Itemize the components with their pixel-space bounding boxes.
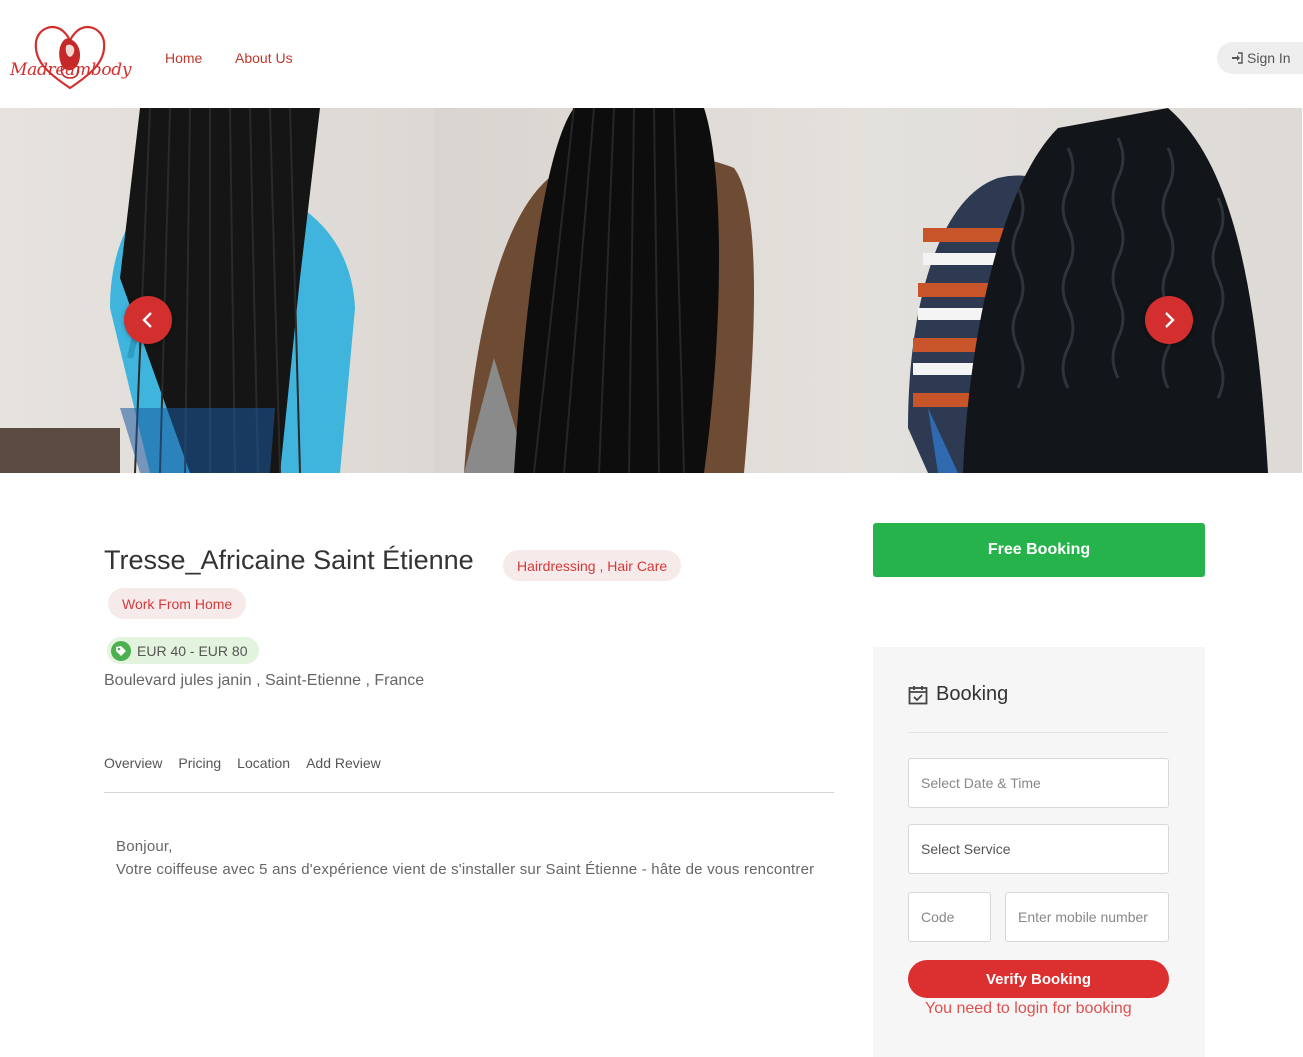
country-code-field[interactable]: [908, 892, 991, 942]
braids-photo-3: [908, 108, 1268, 473]
tab-add-review[interactable]: Add Review: [306, 755, 381, 792]
site-header: Madreambody Home About Us Sign In: [0, 0, 1303, 108]
booking-title: Booking: [908, 683, 1008, 706]
tab-location[interactable]: Location: [237, 755, 290, 792]
login-required-message: You need to login for booking: [925, 1000, 1132, 1017]
site-logo[interactable]: Madreambody: [6, 16, 134, 100]
braids-photo-1: [0, 108, 355, 473]
braids-photo-2: [464, 108, 754, 473]
booking-divider: [908, 732, 1168, 733]
calendar-check-icon: [908, 685, 928, 704]
category-badge[interactable]: Hairdressing , Hair Care: [503, 550, 682, 581]
gallery-image-2[interactable]: [434, 108, 868, 473]
listing-title: Tresse_Africaine Saint Étienne: [104, 545, 474, 575]
tab-pricing[interactable]: Pricing: [178, 755, 221, 792]
price-range-badge: EUR 40 - EUR 80: [107, 637, 260, 664]
sign-in-label: Sign In: [1247, 50, 1291, 66]
gallery-image-1[interactable]: [0, 108, 434, 473]
tab-overview[interactable]: Overview: [104, 755, 162, 792]
date-time-field[interactable]: [908, 758, 1169, 808]
description-line-2: Votre coiffeuse avec 5 ans d'expérience …: [116, 860, 815, 878]
free-booking-button[interactable]: Free Booking: [873, 523, 1205, 577]
image-gallery: [0, 108, 1303, 473]
nav-home-link[interactable]: Home: [165, 50, 202, 66]
listing-tabs: Overview Pricing Location Add Review: [104, 755, 834, 793]
listing-description: Bonjour, Votre coiffeuse avec 5 ans d'ex…: [116, 836, 816, 881]
price-range-text: EUR 40 - EUR 80: [137, 642, 248, 659]
gallery-next-button[interactable]: [1145, 296, 1193, 344]
chevron-right-icon: [1165, 312, 1175, 328]
sign-in-button[interactable]: Sign In: [1217, 42, 1303, 74]
nav-about-link[interactable]: About Us: [235, 50, 293, 66]
logo-text: Madreambody: [10, 60, 132, 80]
mobile-number-input[interactable]: [1018, 909, 1168, 925]
sign-in-icon: [1232, 52, 1243, 64]
date-time-input[interactable]: [921, 775, 1168, 791]
listing-address: Boulevard jules janin , Saint-Etienne , …: [104, 672, 425, 689]
country-code-input[interactable]: [921, 909, 990, 925]
price-tag-icon: [111, 640, 131, 661]
work-from-home-badge[interactable]: Work From Home: [108, 588, 247, 619]
chevron-left-icon: [142, 312, 152, 328]
gallery-prev-button[interactable]: [124, 296, 172, 344]
gallery-image-3[interactable]: [868, 108, 1302, 473]
booking-panel: Booking Select Service Verify Booking Yo…: [873, 647, 1205, 1057]
description-line-1: Bonjour,: [116, 838, 173, 855]
heart-logo-icon: [34, 25, 106, 90]
service-select-label: Select Service: [921, 841, 1011, 857]
service-select[interactable]: Select Service: [908, 824, 1169, 874]
mobile-number-field[interactable]: [1005, 892, 1169, 942]
verify-booking-button[interactable]: Verify Booking: [908, 960, 1169, 998]
booking-title-text: Booking: [936, 683, 1009, 705]
